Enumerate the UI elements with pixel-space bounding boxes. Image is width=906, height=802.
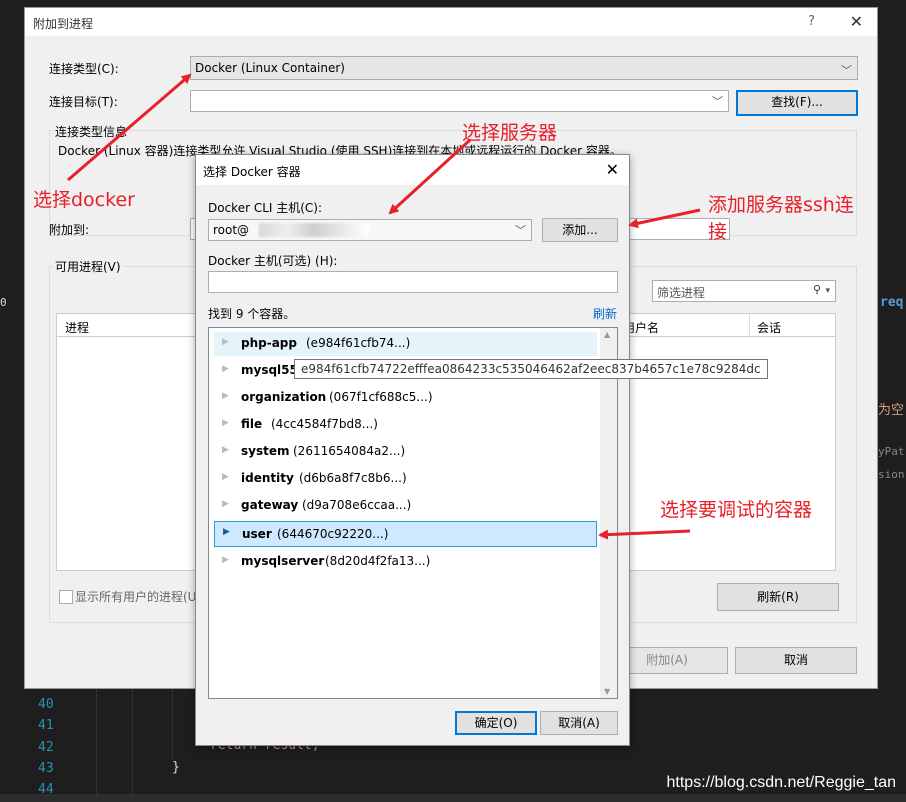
annotation-select-container: 选择要调试的容器 [660, 499, 813, 521]
annotation-add-ssh-line1: 添加服务器ssh连 [708, 194, 854, 216]
annotation-add-ssh-line2: 接 [708, 221, 728, 243]
arrow-add-ssh [628, 208, 701, 229]
arrow-select-server [388, 138, 472, 215]
arrow-select-container [598, 529, 691, 540]
annotation-select-docker: 选择docker [33, 189, 135, 211]
arrow-select-docker [67, 73, 192, 182]
annotation-arrows [67, 73, 701, 540]
annotation-select-server: 选择服务器 [462, 122, 558, 144]
